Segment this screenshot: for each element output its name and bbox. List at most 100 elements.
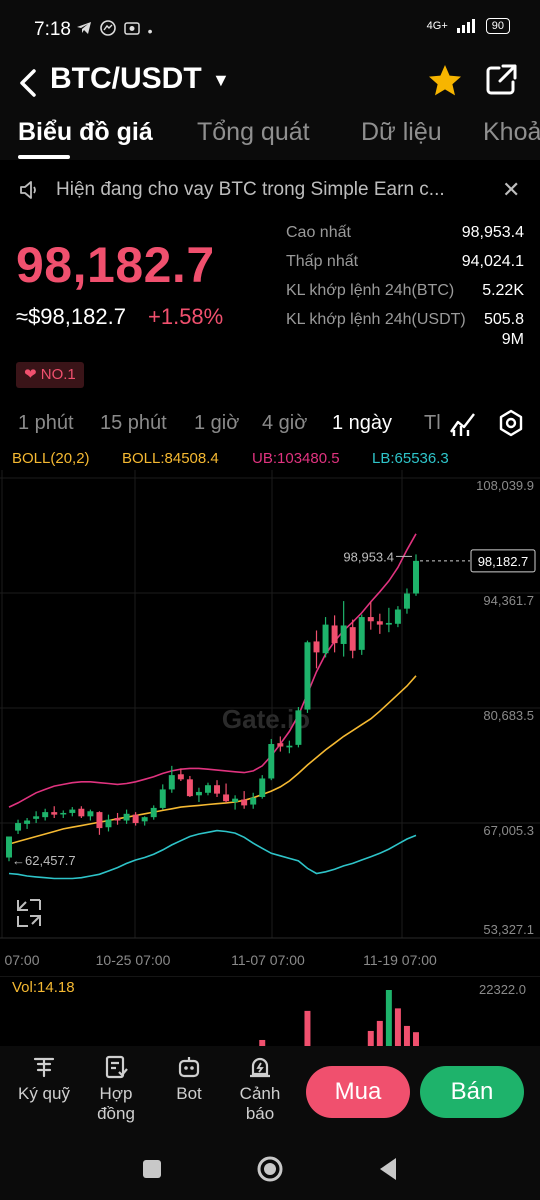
network-type: 4G+ xyxy=(426,20,448,32)
interval-1h[interactable]: 1 giờ xyxy=(194,412,239,435)
candle-body xyxy=(105,819,112,828)
volume-chart[interactable]: Vol:14.18 22322.0 xyxy=(0,976,540,1046)
nav-contract[interactable]: Hợp đồng xyxy=(82,1054,150,1124)
chevron-down-icon[interactable]: ▼ xyxy=(212,70,230,91)
system-nav-bar xyxy=(0,1136,540,1200)
home-icon[interactable] xyxy=(255,1154,285,1184)
candle-body xyxy=(367,617,374,622)
candle-body xyxy=(259,778,266,797)
boll-mid: BOLL:84508.4 xyxy=(122,450,219,467)
interval-1m[interactable]: 1 phút xyxy=(18,412,74,435)
settings-icon[interactable] xyxy=(496,408,526,438)
candle-body xyxy=(268,744,275,779)
tab-data[interactable]: Dữ liệu xyxy=(361,118,442,147)
y-tick-label: 53,327.1 xyxy=(483,922,534,937)
volume-bar xyxy=(394,1008,401,1046)
fullscreen-icon[interactable] xyxy=(17,899,41,927)
photo-icon xyxy=(124,22,140,35)
candle-body xyxy=(295,710,302,745)
status-bar: 7:18 • 4G+ 90 xyxy=(0,0,540,58)
back-icon[interactable] xyxy=(374,1154,404,1184)
current-price-label: 98,182.7 xyxy=(478,554,529,569)
candlestick-chart[interactable]: 108,039.9 94,361.7 80,683.5 67,005.3 53,327.… xyxy=(0,470,540,976)
candle-body xyxy=(204,785,211,793)
stat-high-label: Cao nhất xyxy=(286,224,351,241)
active-tab-indicator xyxy=(18,155,70,159)
nav-bot[interactable]: Bot xyxy=(155,1054,223,1104)
interval-1d[interactable]: 1 ngày xyxy=(332,412,392,435)
y-tick-label: 67,005.3 xyxy=(483,823,534,838)
pair-title[interactable]: BTC/USDT xyxy=(50,62,202,96)
volume-bar xyxy=(413,1032,419,1046)
candle-body xyxy=(413,560,419,594)
interval-15m[interactable]: 15 phút xyxy=(100,412,167,435)
y-tick-label: 80,683.5 xyxy=(483,708,534,723)
candle-body xyxy=(394,609,401,624)
volume-bar xyxy=(403,1025,410,1046)
boll-name[interactable]: BOLL(20,2) xyxy=(12,450,90,467)
tab-overview[interactable]: Tổng quát xyxy=(197,118,310,147)
y-tick-label: 108,039.9 xyxy=(476,478,534,493)
candle-body xyxy=(159,789,166,808)
interval-more[interactable]: Tl xyxy=(424,412,441,435)
speaker-icon xyxy=(20,181,36,199)
sell-button[interactable]: Bán xyxy=(420,1066,524,1118)
bottom-action-bar: Ký quỹ Hợp đồng Bot Cảnh báo Mua Bán xyxy=(0,1046,540,1136)
indicator-icon[interactable] xyxy=(448,408,478,438)
volume-bar xyxy=(304,1010,311,1046)
recents-icon[interactable] xyxy=(137,1154,167,1184)
candle-body xyxy=(223,794,230,802)
candle-body xyxy=(186,779,193,797)
back-arrow-icon[interactable] xyxy=(14,66,44,100)
rank-label: NO.1 xyxy=(40,366,76,383)
x-tick-label: 11-19 07:00 xyxy=(363,952,437,968)
candle-body xyxy=(322,624,329,654)
candle-body xyxy=(304,642,311,710)
star-icon[interactable] xyxy=(426,62,464,100)
volume-bar xyxy=(376,1020,383,1046)
stat-low-value: 94,024.1 xyxy=(461,253,524,270)
candle-body xyxy=(60,812,67,815)
candle-body xyxy=(195,791,202,796)
close-icon[interactable]: ✕ xyxy=(502,177,520,203)
tab-more[interactable]: Khoả xyxy=(483,118,540,147)
buy-button[interactable]: Mua xyxy=(306,1066,410,1118)
high-annotation: 98,953.4 xyxy=(343,549,394,564)
y-tick-label: 94,361.7 xyxy=(483,593,534,608)
status-icons-right: 4G+ 90 xyxy=(427,18,510,34)
candle-body xyxy=(313,641,320,653)
interval-4h[interactable]: 4 giờ xyxy=(262,412,307,435)
rank-badge[interactable]: ❤ NO.1 xyxy=(16,362,84,388)
stat-vol-btc-value: 5.22K xyxy=(482,282,524,299)
candle-body xyxy=(51,812,58,815)
candle-body xyxy=(123,813,130,821)
candle-body xyxy=(385,622,392,625)
candle-body xyxy=(241,799,248,806)
alarm-icon xyxy=(250,1057,270,1078)
candle-body xyxy=(15,823,22,831)
candle-body xyxy=(114,818,121,821)
notice-text: Hiện đang cho vay BTC trong Simple Earn … xyxy=(56,179,445,200)
tab-price-chart[interactable]: Biểu đồ giá xyxy=(18,118,153,147)
boll-ub-line xyxy=(8,533,417,808)
notice-banner[interactable]: Hiện đang cho vay BTC trong Simple Earn … xyxy=(0,164,540,216)
status-time: 7:18 xyxy=(34,19,71,40)
candle-body xyxy=(24,820,31,824)
nav-alert[interactable]: Cảnh báo xyxy=(226,1054,294,1124)
volume-bar xyxy=(367,1030,374,1046)
volume-max-label: 22322.0 xyxy=(479,982,526,997)
tab-bar: Biểu đồ giá Tổng quát Dữ liệu Khoả xyxy=(0,108,540,160)
nav-margin[interactable]: Ký quỹ xyxy=(10,1054,78,1104)
stat-vol-usdt-label: KL khớp lệnh 24h(USDT) xyxy=(286,311,466,328)
share-icon[interactable] xyxy=(483,62,519,98)
candle-body xyxy=(87,811,94,817)
more-dots-icon: • xyxy=(147,23,157,39)
candle-body xyxy=(168,775,175,790)
candle-body xyxy=(141,817,148,822)
messenger-icon xyxy=(100,20,116,36)
usd-price: ≈$98,182.7 xyxy=(16,304,126,329)
battery-level: 90 xyxy=(485,18,510,34)
x-tick-label: 10-25 07:00 xyxy=(96,952,171,968)
candle-body xyxy=(78,808,85,817)
signal-icon xyxy=(456,19,475,33)
